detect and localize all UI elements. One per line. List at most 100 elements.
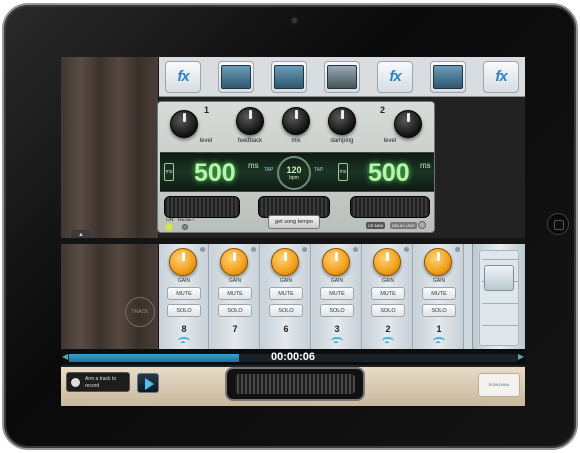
gain-label: GAIN (330, 278, 344, 284)
sync-right-toggle[interactable]: ms (338, 163, 348, 181)
effect-thumbnail-icon (327, 64, 357, 89)
brand-logo: CE MINI (366, 222, 386, 229)
power-icon[interactable] (418, 221, 426, 229)
record-icon (71, 378, 80, 387)
wireless-icon (331, 337, 343, 345)
effect-slot-3-button[interactable] (271, 60, 307, 93)
scale-mark (482, 303, 518, 304)
camera-icon (292, 18, 297, 23)
delay-unit: 1 2 level feedback mix damping level ms … (157, 101, 435, 233)
channel-strip: GAIN MUTE SOLO 8 (159, 244, 209, 350)
channel-strip: GAIN MUTE SOLO 1 (414, 244, 464, 350)
add-track-button[interactable]: TRACK (125, 297, 155, 327)
time-display: 00:00:06 (270, 351, 316, 363)
fx-label: fx (389, 68, 401, 85)
ipad-frame: TRACK ▲ fx fx fx 1 2 level feedback mix … (2, 3, 578, 450)
damping-label: damping (330, 138, 354, 144)
on-label: ON (166, 217, 174, 223)
gain-label: GAIN (381, 278, 395, 284)
gain-knob[interactable] (169, 248, 197, 276)
gain-label: GAIN (432, 278, 446, 284)
gain-label: GAIN (279, 278, 293, 284)
solo-button[interactable]: SOLO (269, 304, 303, 317)
level-2-knob[interactable] (394, 110, 422, 138)
level-1-knob[interactable] (170, 110, 198, 138)
timeline[interactable]: ◀ 00:00:06 ▶ (61, 349, 525, 365)
gain-knob[interactable] (271, 248, 299, 276)
channel-number: 1 (436, 324, 442, 334)
arm-hint-text: Arm a track to record (85, 376, 117, 389)
mix-label: mix (291, 138, 301, 144)
effect-thumbnail-icon (274, 64, 304, 89)
jog-wheel[interactable] (227, 369, 363, 399)
tempo-value: 120 (286, 165, 302, 175)
on-led[interactable] (166, 224, 172, 230)
solo-button[interactable]: SOLO (422, 304, 456, 317)
get-song-tempo-button[interactable]: get song tempo (268, 215, 320, 229)
play-button[interactable] (137, 373, 159, 393)
gain-label: GAIN (177, 278, 191, 284)
gain-knob[interactable] (322, 248, 350, 276)
tap-right-label: TAP (314, 167, 324, 173)
solo-button[interactable]: SOLO (167, 304, 201, 317)
channel-dot-icon (200, 247, 205, 252)
mute-button[interactable]: MUTE (218, 287, 252, 300)
master-fader-strip (472, 244, 525, 350)
channel-strip: GAIN MUTE SOLO 7 (210, 244, 260, 350)
right-ms-unit: ms (420, 161, 431, 170)
gain-knob[interactable] (220, 248, 248, 276)
gain-knob[interactable] (424, 248, 452, 276)
sync-left-toggle[interactable]: ms (164, 163, 174, 181)
master-fader-track (479, 250, 519, 346)
fx-label: fx (495, 68, 507, 85)
channel-dot-icon (353, 247, 358, 252)
right-delay-wheel[interactable] (350, 196, 430, 218)
mute-button[interactable]: MUTE (269, 287, 303, 300)
solo-button[interactable]: SOLO (320, 304, 354, 317)
channel-strip: GAIN MUTE SOLO 6 (261, 244, 311, 350)
channel-dot-icon (251, 247, 256, 252)
home-button[interactable] (547, 213, 569, 235)
right-delay-value: 500 (368, 159, 410, 187)
solo-button[interactable]: SOLO (218, 304, 252, 317)
effect-slot-2-button[interactable] (218, 60, 254, 93)
channel-number: 7 (232, 324, 238, 334)
effects-toolbar: fx fx fx (159, 57, 525, 97)
effect-slot-4-button[interactable] (324, 60, 360, 93)
effect-slot-6-button[interactable] (430, 60, 466, 93)
forward-icon[interactable]: ▶ (518, 352, 524, 361)
mute-button[interactable]: MUTE (422, 287, 456, 300)
fx-slot-5-button[interactable]: fx (377, 60, 413, 93)
fx-slot-7-button[interactable]: fx (483, 60, 519, 93)
track-label: TRACK (131, 309, 149, 315)
scale-mark (482, 325, 518, 326)
channel-strip: GAIN MUTE SOLO 2 (363, 244, 413, 350)
mute-button[interactable]: MUTE (167, 287, 201, 300)
fx-slot-1-button[interactable]: fx (165, 60, 201, 93)
effect-thumbnail-icon (433, 64, 463, 89)
channel-number: 2 (385, 324, 391, 334)
mute-button[interactable]: MUTE (371, 287, 405, 300)
gain-knob[interactable] (373, 248, 401, 276)
level-1-label: level (199, 138, 213, 144)
effect-thumbnail-icon (221, 64, 251, 89)
left-ms-unit: ms (248, 161, 259, 170)
reset-button[interactable] (182, 224, 188, 230)
left-delay-wheel[interactable] (164, 196, 240, 218)
mute-button[interactable]: MUTE (320, 287, 354, 300)
wireless-icon (382, 337, 394, 345)
left-wood-panel-bottom (61, 244, 159, 349)
mix-knob[interactable] (282, 107, 310, 135)
channel-dot-icon (404, 247, 409, 252)
wireless-icon (433, 337, 445, 345)
master-fader-handle[interactable] (484, 265, 514, 291)
transport-bar: Arm a track to record SONOMA (61, 367, 525, 406)
damping-knob[interactable] (328, 107, 356, 135)
fx-label: fx (177, 68, 189, 85)
channel-2-number: 2 (380, 105, 386, 115)
feedback-knob[interactable] (236, 107, 264, 135)
tap-tempo-button[interactable]: 120 bpm (277, 156, 311, 190)
channel-1-number: 1 (204, 105, 210, 115)
solo-button[interactable]: SOLO (371, 304, 405, 317)
record-arm-box[interactable]: Arm a track to record (66, 372, 130, 392)
